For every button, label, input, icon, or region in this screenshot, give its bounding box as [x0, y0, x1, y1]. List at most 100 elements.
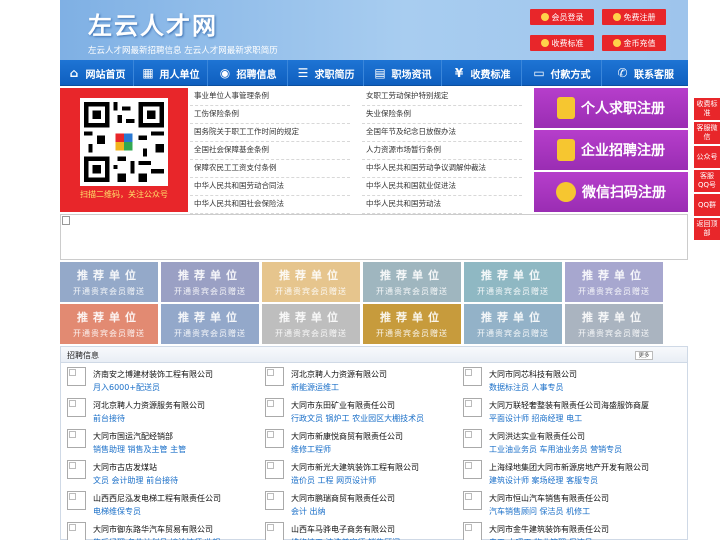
company-name-link[interactable]: 大同市金牛建筑装饰有限责任公司: [489, 524, 609, 535]
company-name-link[interactable]: 大同市国运汽配经销部: [93, 431, 173, 442]
policy-link[interactable]: 失业保险条例: [362, 106, 522, 124]
side-qq-group-button[interactable]: QQ群: [694, 194, 720, 216]
company-name-link[interactable]: 大同市东田矿业有限责任公司: [291, 400, 395, 411]
nav-payment[interactable]: ▭ 付款方式: [522, 60, 602, 86]
jobseeker-register-button[interactable]: 个人求职注册: [534, 88, 688, 128]
recommended-unit-tile[interactable]: 推荐单位 开通贵宾会员赠送: [161, 304, 259, 344]
company-logo[interactable]: [67, 398, 86, 417]
more-button[interactable]: 更多: [635, 351, 653, 360]
company-name-link[interactable]: 大同洪达实业有限责任公司: [489, 431, 585, 442]
job-positions-link[interactable]: 维修工程师: [291, 444, 331, 455]
recommended-unit-tile[interactable]: 推荐单位 开通贵宾会员赠送: [565, 262, 663, 302]
nav-home[interactable]: ⌂ 网站首页: [60, 60, 134, 86]
company-logo[interactable]: [265, 522, 284, 540]
recommended-unit-tile[interactable]: 推荐单位 开通贵宾会员赠送: [363, 304, 461, 344]
company-logo[interactable]: [463, 491, 482, 510]
company-logo[interactable]: [265, 460, 284, 479]
company-name-link[interactable]: 济南安之博建材装饰工程有限公司: [93, 369, 213, 380]
enterprise-register-button[interactable]: 企业招聘注册: [534, 130, 688, 170]
company-logo[interactable]: [265, 491, 284, 510]
side-official-account-button[interactable]: 公众号: [694, 146, 720, 168]
banner-ad[interactable]: [60, 214, 688, 260]
nav-jobs[interactable]: ◉ 招聘信息: [208, 60, 288, 86]
company-name-link[interactable]: 大同市同芯科技有限公司: [489, 369, 577, 380]
job-positions-link[interactable]: 月入6000+配送员: [93, 382, 160, 393]
nav-pricing[interactable]: ¥ 收费标准: [442, 60, 522, 86]
job-positions-link[interactable]: 汽车销售顾问 保洁员 机修工: [489, 506, 590, 517]
job-positions-link[interactable]: 文员 会计助理 前台接待: [93, 475, 178, 486]
policy-link[interactable]: 中华人民共和国就业促进法: [362, 178, 522, 196]
company-name-link[interactable]: 山西西尼泓发电梯工程有限责任公司: [93, 493, 221, 504]
recommended-unit-tile[interactable]: 推荐单位 开通贵宾会员赠送: [60, 304, 158, 344]
policy-link[interactable]: 中华人民共和国劳动法: [362, 196, 522, 214]
wechat-register-button[interactable]: 微信扫码注册: [534, 172, 688, 212]
job-positions-link[interactable]: 新能源运维工: [291, 382, 339, 393]
company-name-link[interactable]: 大同市新康悦商贸有限责任公司: [291, 431, 403, 442]
job-positions-link[interactable]: 数据标注员 人事专员: [489, 382, 564, 393]
company-logo[interactable]: [67, 367, 86, 386]
company-logo[interactable]: [463, 460, 482, 479]
nav-news[interactable]: ▤ 职场资讯: [364, 60, 442, 86]
side-wechat-button[interactable]: 客服微信: [694, 122, 720, 144]
side-pricing-button[interactable]: 收费标准: [694, 98, 720, 120]
company-name-link[interactable]: 大同市古店发煤站: [93, 462, 157, 473]
company-name-link[interactable]: 大同市御东路华汽车贸易有限公司: [93, 524, 213, 535]
recommended-unit-tile[interactable]: 推荐单位 开通贵宾会员赠送: [363, 262, 461, 302]
nav-employers[interactable]: ▦ 用人单位: [134, 60, 208, 86]
company-name-link[interactable]: 上海绿地集团大同市新源房地产开发有限公司: [489, 462, 649, 473]
policy-link[interactable]: 事业单位人事管理条例: [190, 88, 350, 106]
job-positions-link[interactable]: 前台接待: [93, 413, 125, 424]
company-logo[interactable]: [265, 398, 284, 417]
policy-link[interactable]: 中华人民共和国劳动合同法: [190, 178, 350, 196]
company-name-link[interactable]: 大同市新光大建筑装饰工程有限公司: [291, 462, 419, 473]
site-logo[interactable]: 左云人才网: [88, 6, 218, 41]
recharge-button[interactable]: 金币充值: [602, 35, 666, 51]
job-positions-link[interactable]: 平面设计师 招商经理 电工: [489, 413, 582, 424]
company-logo[interactable]: [67, 491, 86, 510]
policy-link[interactable]: 女职工劳动保护特别规定: [362, 88, 522, 106]
policy-link[interactable]: 工伤保险条例: [190, 106, 350, 124]
policy-link[interactable]: 保障农民工工资支付条例: [190, 160, 350, 178]
job-positions-link[interactable]: 电梯维保专员: [93, 506, 141, 517]
company-name-link[interactable]: 大同万联轻奢整装有限责任公司海盛服饰商厦: [489, 400, 649, 411]
company-logo[interactable]: [67, 460, 86, 479]
job-positions-link[interactable]: 销售助理 销售及主管 主管: [93, 444, 186, 455]
recommended-unit-tile[interactable]: 推荐单位 开通贵宾会员赠送: [262, 262, 360, 302]
policy-link[interactable]: 全国社会保障基金条例: [190, 142, 350, 160]
recommended-unit-tile[interactable]: 推荐单位 开通贵宾会员赠送: [161, 262, 259, 302]
login-button[interactable]: 会员登录: [530, 9, 594, 25]
company-logo[interactable]: [67, 429, 86, 448]
company-logo[interactable]: [265, 429, 284, 448]
company-logo[interactable]: [265, 367, 284, 386]
policy-link[interactable]: 中华人民共和国社会保险法: [190, 196, 350, 214]
recommended-unit-tile[interactable]: 推荐单位 开通贵宾会员赠送: [464, 262, 562, 302]
recommended-unit-tile[interactable]: 推荐单位 开通贵宾会员赠送: [60, 262, 158, 302]
job-positions-link[interactable]: 行政文员 锅炉工 农业园区大棚技术员: [291, 413, 424, 424]
company-logo[interactable]: [463, 367, 482, 386]
job-positions-link[interactable]: 会计 出纳: [291, 506, 326, 517]
job-positions-link[interactable]: 造价员 工程 网页设计师: [291, 475, 376, 486]
company-logo[interactable]: [67, 522, 86, 540]
policy-link[interactable]: 国务院关于职工工作时间的规定: [190, 124, 350, 142]
job-positions-link[interactable]: 建筑设计师 案场经理 客服专员: [489, 475, 598, 486]
company-logo[interactable]: [463, 398, 482, 417]
company-name-link[interactable]: 河北京聘人力资源有限公司: [291, 369, 387, 380]
policy-link[interactable]: 全国年节及纪念日放假办法: [362, 124, 522, 142]
pricing-button[interactable]: 收费标准: [530, 35, 594, 51]
recommended-unit-tile[interactable]: 推荐单位 开通贵宾会员赠送: [262, 304, 360, 344]
company-logo[interactable]: [463, 429, 482, 448]
nav-resumes[interactable]: ☰ 求职简历: [288, 60, 364, 86]
company-name-link[interactable]: 大同市恒山汽车销售有限责任公司: [489, 493, 609, 504]
nav-contact[interactable]: ✆ 联系客服: [602, 60, 688, 86]
company-name-link[interactable]: 山西车马骅电子商务有限公司: [291, 524, 395, 535]
company-logo[interactable]: [463, 522, 482, 540]
recommended-unit-tile[interactable]: 推荐单位 开通贵宾会员赠送: [565, 304, 663, 344]
policy-link[interactable]: 中华人民共和国劳动争议调解仲裁法: [362, 160, 522, 178]
register-button[interactable]: 免费注册: [602, 9, 666, 25]
company-name-link[interactable]: 大同市鹏瑞商贸有限责任公司: [291, 493, 395, 504]
side-qq-button[interactable]: 客服QQ号: [694, 170, 720, 192]
recommended-unit-tile[interactable]: 推荐单位 开通贵宾会员赠送: [464, 304, 562, 344]
company-name-link[interactable]: 河北京聘人力资源服务有限公司: [93, 400, 205, 411]
policy-link[interactable]: 人力资源市场暂行条例: [362, 142, 522, 160]
back-to-top-button[interactable]: 返回顶部: [694, 218, 720, 240]
